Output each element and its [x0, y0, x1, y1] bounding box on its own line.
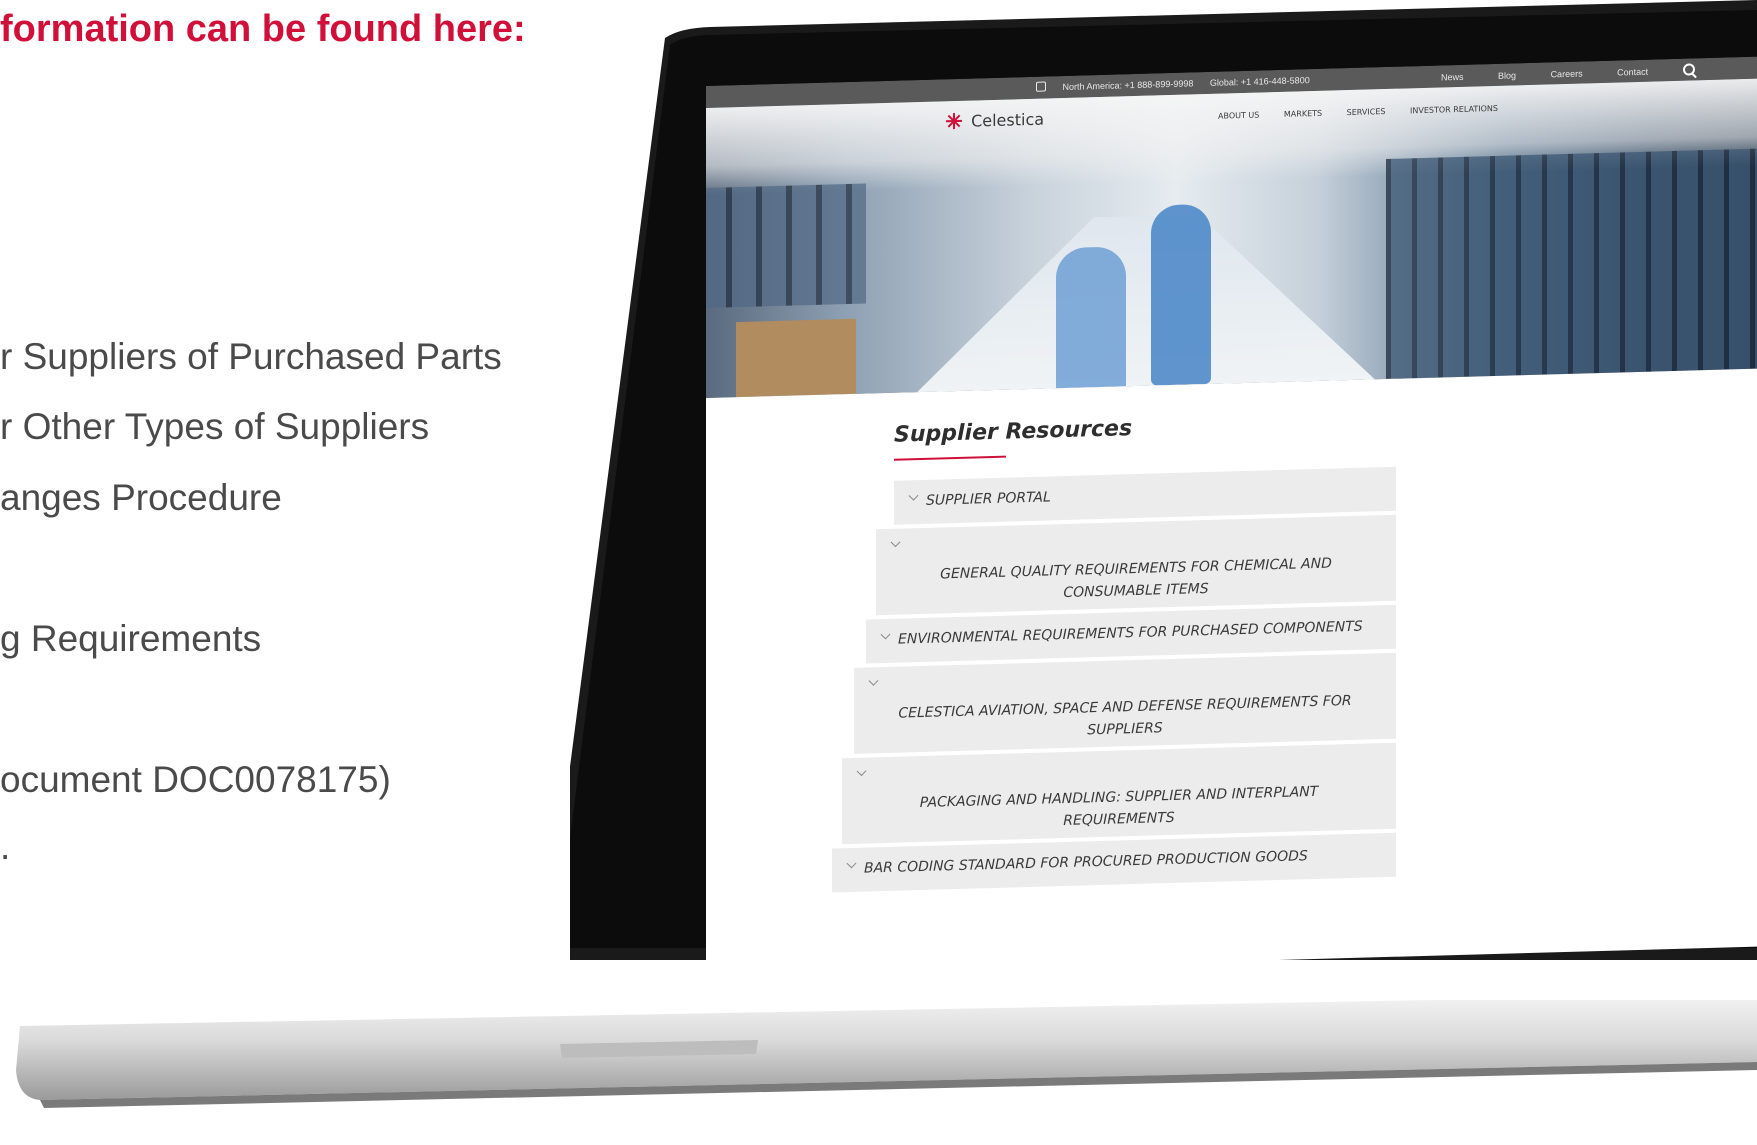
search-icon[interactable] — [1682, 63, 1695, 76]
chevron-down-icon — [856, 766, 867, 777]
celestica-logo-icon — [946, 113, 962, 130]
slide-line: . — [0, 826, 11, 867]
accordion-item-aviation-space-defense[interactable]: CELESTICA AVIATION, SPACE AND DEFENSE RE… — [854, 652, 1396, 754]
main-content: Supplier Resources SUPPLIER PORTAL GENER… — [706, 368, 1757, 977]
contact-link[interactable]: Contact — [1617, 67, 1648, 78]
accordion-label: CELESTICA AVIATION, SPACE AND DEFENSE RE… — [898, 692, 1352, 739]
slide-text-list: r Suppliers of Purchased Parts r Other T… — [0, 0, 600, 1000]
hero-rack — [1386, 148, 1757, 380]
accordion-label: BAR CODING STANDARD FOR PROCURED PRODUCT… — [864, 848, 1308, 877]
utility-links: News Blog Careers Contact — [1441, 62, 1727, 82]
site-logo[interactable]: Celestica — [946, 110, 1044, 132]
slide-line: anges Procedure — [0, 477, 282, 518]
hero-boxes — [736, 318, 856, 402]
brand-name: Celestica — [971, 109, 1045, 131]
accordion-label: PACKAGING AND HANDLING: SUPPLIER AND INT… — [919, 783, 1319, 830]
title-underline — [894, 455, 1006, 461]
nav-services[interactable]: SERVICES — [1347, 107, 1386, 117]
nav-markets[interactable]: MARKETS — [1284, 109, 1322, 119]
chevron-down-icon — [890, 537, 901, 548]
north-america-phone[interactable]: North America: +1 888-899-9998 — [1063, 78, 1194, 92]
hero-worker — [1056, 246, 1126, 399]
slide-line: r Suppliers of Purchased Parts — [0, 336, 502, 377]
global-phone[interactable]: Global: +1 416-448-5800 — [1210, 75, 1310, 88]
nav-about-us[interactable]: ABOUT US — [1218, 111, 1259, 121]
chevron-down-icon — [846, 858, 857, 869]
careers-link[interactable]: Careers — [1551, 69, 1583, 80]
chevron-down-icon — [880, 629, 891, 640]
chevron-down-icon — [908, 490, 919, 501]
accordion-item-packaging-handling[interactable]: PACKAGING AND HANDLING: SUPPLIER AND INT… — [842, 742, 1396, 845]
section-title: Supplier Resources — [894, 416, 1133, 448]
laptop-base — [0, 1000, 1757, 1145]
news-link[interactable]: News — [1441, 72, 1464, 83]
chevron-down-icon — [868, 675, 879, 686]
accordion-label: ENVIRONMENTAL REQUIREMENTS FOR PURCHASED… — [898, 618, 1363, 648]
contact-numbers: North America: +1 888-899-9998 Global: +… — [1036, 74, 1324, 93]
slide-line: g Requirements — [0, 618, 262, 659]
hero-worker — [1151, 203, 1211, 386]
laptop-screen: North America: +1 888-899-9998 Global: +… — [706, 56, 1757, 977]
hero-image — [706, 78, 1757, 402]
slide-line: ocument DOC0078175) — [0, 759, 391, 800]
hero-floor — [886, 208, 1406, 401]
hero-rack — [706, 183, 866, 311]
slide-line: r Other Types of Suppliers — [0, 406, 430, 447]
accordion-label: GENERAL QUALITY REQUIREMENTS FOR CHEMICA… — [940, 555, 1332, 602]
phone-icon — [1036, 81, 1046, 92]
blog-link[interactable]: Blog — [1498, 70, 1516, 81]
supplier-resources-accordion: SUPPLIER PORTAL GENERAL QUALITY REQUIREM… — [832, 466, 1396, 896]
accordion-item-general-quality[interactable]: GENERAL QUALITY REQUIREMENTS FOR CHEMICA… — [876, 514, 1396, 616]
accordion-label: SUPPLIER PORTAL — [926, 489, 1051, 509]
